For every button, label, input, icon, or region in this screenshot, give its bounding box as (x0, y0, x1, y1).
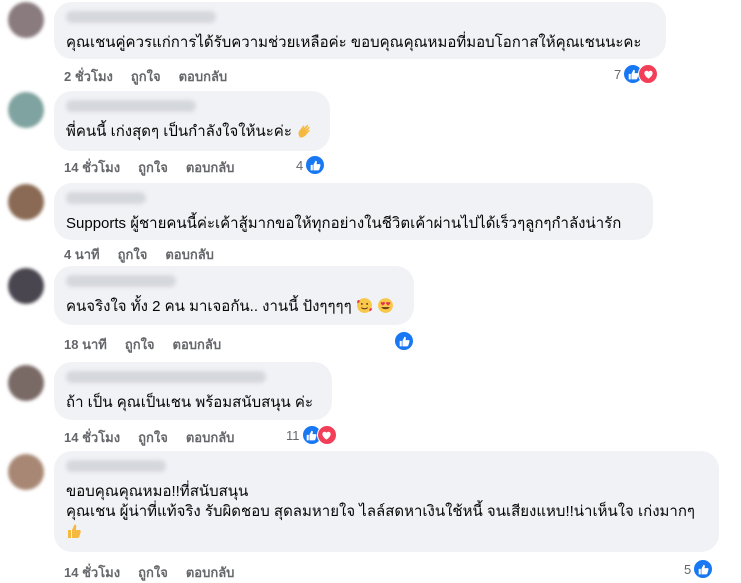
love-icon (638, 64, 659, 84)
reply-button[interactable]: ตอบกลับ (186, 157, 235, 178)
like-button[interactable]: ถูกใจ (138, 562, 168, 583)
heart-eyes-emoji (377, 297, 394, 320)
timestamp[interactable]: 14 ชั่วโมง (64, 157, 120, 178)
author-name[interactable] (66, 371, 266, 383)
like-button[interactable]: ถูกใจ (118, 244, 148, 265)
reply-button[interactable]: ตอบกลับ (179, 66, 228, 87)
reaction-summary[interactable]: 7 (614, 64, 659, 84)
comment-text: คนจริงใจ ทั้ง 2 คน มาเจอกัน.. งานนี้ ปัง… (66, 297, 402, 320)
timestamp[interactable]: 4 นาที (64, 244, 100, 265)
author-name[interactable] (66, 460, 166, 472)
comment-text: คุณเชนคู่ควรแก่การได้รับความช่วยเหลือค่ะ… (66, 34, 642, 51)
like-icon (305, 155, 326, 175)
author-name[interactable] (66, 192, 146, 204)
reaction-summary[interactable]: 11 (286, 425, 337, 445)
comment-bubble: Supports ผู้ชายคนนี้ค่ะเค้าสู้มากขอให้ทุ… (54, 183, 653, 240)
comment-actions: 14 ชั่วโมง ถูกใจ ตอบกลับ (64, 157, 234, 178)
reaction-count: 11 (286, 427, 300, 443)
comment-text: ถ้า เป็น คุณเป็นเชน พร้อมสนับสนุน ค่ะ (66, 394, 314, 411)
author-name[interactable] (66, 275, 176, 287)
reaction-summary[interactable] (394, 331, 414, 351)
comment-actions: 4 นาที ถูกใจ ตอบกลับ (64, 244, 214, 265)
avatar[interactable] (8, 184, 44, 220)
like-button[interactable]: ถูกใจ (125, 334, 155, 355)
timestamp[interactable]: 2 ชั่วโมง (64, 66, 113, 87)
comment-actions: 14 ชั่วโมง ถูกใจ ตอบกลับ (64, 427, 234, 448)
avatar[interactable] (8, 2, 44, 38)
reply-button[interactable]: ตอบกลับ (186, 562, 235, 583)
like-icon (394, 331, 414, 351)
reply-button[interactable]: ตอบกลับ (165, 244, 214, 265)
author-name[interactable] (66, 100, 196, 112)
comment-text: Supports ผู้ชายคนนี้ค่ะเค้าสู้มากขอให้ทุ… (66, 215, 622, 232)
comment-bubble: พี่คนนี้ เก่งสุดๆ เป็นกำลังใจให้นะค่ะ (54, 91, 330, 151)
comment-actions: 14 ชั่วโมง ถูกใจ ตอบกลับ (64, 562, 234, 583)
comment-text-line: คุณเชน ผู้น่าที่แท้จริง รับผิดชอบ สุดลมห… (66, 502, 706, 545)
reaction-count: 7 (614, 66, 622, 82)
avatar[interactable] (8, 454, 44, 490)
reaction-count: 4 (296, 157, 304, 173)
comment-text-line: ขอบคุณคุณหมอ!!ที่สนับสนุน (66, 483, 249, 500)
timestamp[interactable]: 14 ชั่วโมง (64, 562, 120, 583)
timestamp[interactable]: 18 นาที (64, 334, 107, 355)
comment-bubble: คุณเชนคู่ควรแก่การได้รับความช่วยเหลือค่ะ… (54, 2, 666, 59)
avatar[interactable] (8, 365, 44, 401)
comment-bubble: ขอบคุณคุณหมอ!!ที่สนับสนุน คุณเชน ผู้น่าท… (54, 451, 719, 552)
love-icon (316, 425, 337, 445)
comment-actions: 18 นาที ถูกใจ ตอบกลับ (64, 334, 221, 355)
timestamp[interactable]: 14 ชั่วโมง (64, 427, 120, 448)
comment-text: พี่คนนี้ เก่งสุดๆ เป็นกำลังใจให้นะค่ะ (66, 122, 318, 145)
like-button[interactable]: ถูกใจ (138, 427, 168, 448)
comment-bubble: ถ้า เป็น คุณเป็นเชน พร้อมสนับสนุน ค่ะ (54, 362, 332, 420)
waving-hand-emoji (296, 123, 312, 145)
avatar[interactable] (8, 92, 44, 128)
like-button[interactable]: ถูกใจ (131, 66, 161, 87)
like-button[interactable]: ถูกใจ (138, 157, 168, 178)
avatar[interactable] (8, 268, 44, 304)
reaction-summary[interactable]: 5 (684, 559, 714, 579)
comment-bubble: คนจริงใจ ทั้ง 2 คน มาเจอกัน.. งานนี้ ปัง… (54, 266, 414, 325)
author-name[interactable] (66, 11, 216, 23)
reaction-count: 5 (684, 561, 692, 577)
comment-actions: 2 ชั่วโมง ถูกใจ ตอบกลับ (64, 66, 227, 87)
reply-button[interactable]: ตอบกลับ (173, 334, 222, 355)
thumbs-up-emoji (66, 523, 82, 545)
smiling-face-hearts-emoji (356, 297, 373, 320)
reaction-summary[interactable]: 4 (296, 155, 326, 175)
like-icon (693, 559, 714, 579)
reply-button[interactable]: ตอบกลับ (186, 427, 235, 448)
